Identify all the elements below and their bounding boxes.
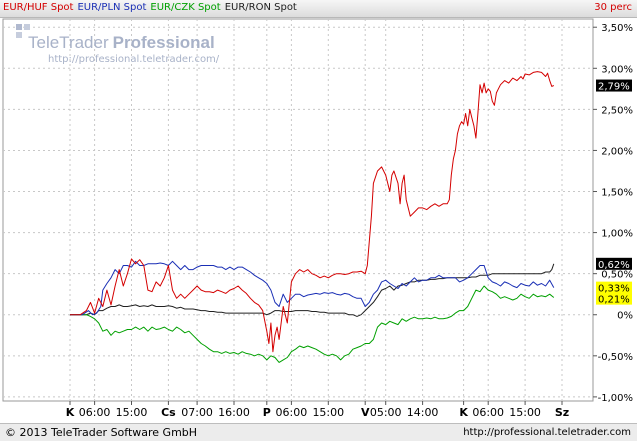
plot-frame <box>2 18 594 402</box>
x-tick-label: P <box>263 406 271 419</box>
x-tick-label: 07:00 <box>181 406 213 419</box>
y-tick-label: -1,00% <box>598 393 633 404</box>
x-tick-label: 14:00 <box>407 406 439 419</box>
last-value-label-eur-huf-spot: 2,79% <box>598 82 630 93</box>
watermark-logo-square <box>16 24 22 30</box>
legend-item-eur-pln[interactable]: EUR/PLN Spot <box>77 2 146 13</box>
x-tick-label: 05:00 <box>370 406 402 419</box>
x-tick-label: V <box>361 406 370 419</box>
y-tick-label: 0,50% <box>601 270 633 281</box>
footer-url-link[interactable]: http://professional.teletrader.com <box>463 427 631 438</box>
x-tick-label: Cs <box>161 406 176 419</box>
watermark-logo-square <box>24 24 30 30</box>
x-tick-label: 15:00 <box>116 406 148 419</box>
legend-item-eur-czk[interactable]: EUR/CZK Spot <box>150 2 220 13</box>
x-tick-label: 06:00 <box>276 406 308 419</box>
watermark-logo-square <box>16 32 22 38</box>
x-axis: K 06:00 15:00 Cs 07:00 16:00 P 06:00 15:00 V 05:00… <box>66 401 569 419</box>
watermark-brand-light: TeleTrader <box>28 33 109 52</box>
legend: EUR/HUF Spot EUR/PLN Spot EUR/CZK Spot EUR/… <box>3 2 301 13</box>
y-tick-label: 2,00% <box>601 146 633 157</box>
y-tick-label: 3,50% <box>601 23 633 34</box>
period-label[interactable]: 30 perc <box>594 2 632 13</box>
chart-header-bar: EUR/HUF Spot EUR/PLN Spot EUR/CZK Spot EUR/… <box>0 0 637 18</box>
x-tick-label: 06:00 <box>472 406 504 419</box>
x-tick-label: 16:00 <box>218 406 250 419</box>
y-tick-label: 3,00% <box>601 64 633 75</box>
x-tick-label: 06:00 <box>79 406 111 419</box>
x-tick-label: 15:00 <box>312 406 344 419</box>
copyright-text: © 2013 TeleTrader Software GmbH <box>5 426 198 439</box>
watermark-brand-bold: Professional <box>113 33 215 52</box>
footer-bar: © 2013 TeleTrader Software GmbH http://p… <box>0 423 637 441</box>
x-tick-label: Sz <box>555 406 569 419</box>
y-tick-label: -0,50% <box>598 352 633 363</box>
watermark-url: http://professional.teletrader.com/ <box>48 54 220 65</box>
x-tick-label: K <box>459 406 468 419</box>
y-tick-label: 2,50% <box>601 105 633 116</box>
x-tick-label: K <box>66 406 75 419</box>
y-tick-label: 0% <box>617 311 633 322</box>
chart-plot[interactable]: TeleTrader Professional http://profession… <box>0 18 637 423</box>
legend-item-eur-ron[interactable]: EUR/RON Spot <box>225 2 297 13</box>
last-value-label-eur-ron-spot: 0,62% <box>598 260 630 271</box>
legend-item-eur-huf[interactable]: EUR/HUF Spot <box>3 2 73 13</box>
last-value-label-eur-czk-spot: 0,21% <box>598 295 630 306</box>
watermark-brand: TeleTrader Professional <box>28 33 215 52</box>
y-tick-label: 1,50% <box>601 188 633 199</box>
y-tick-label: 1,00% <box>601 229 633 240</box>
x-tick-label: 15:00 <box>509 406 541 419</box>
